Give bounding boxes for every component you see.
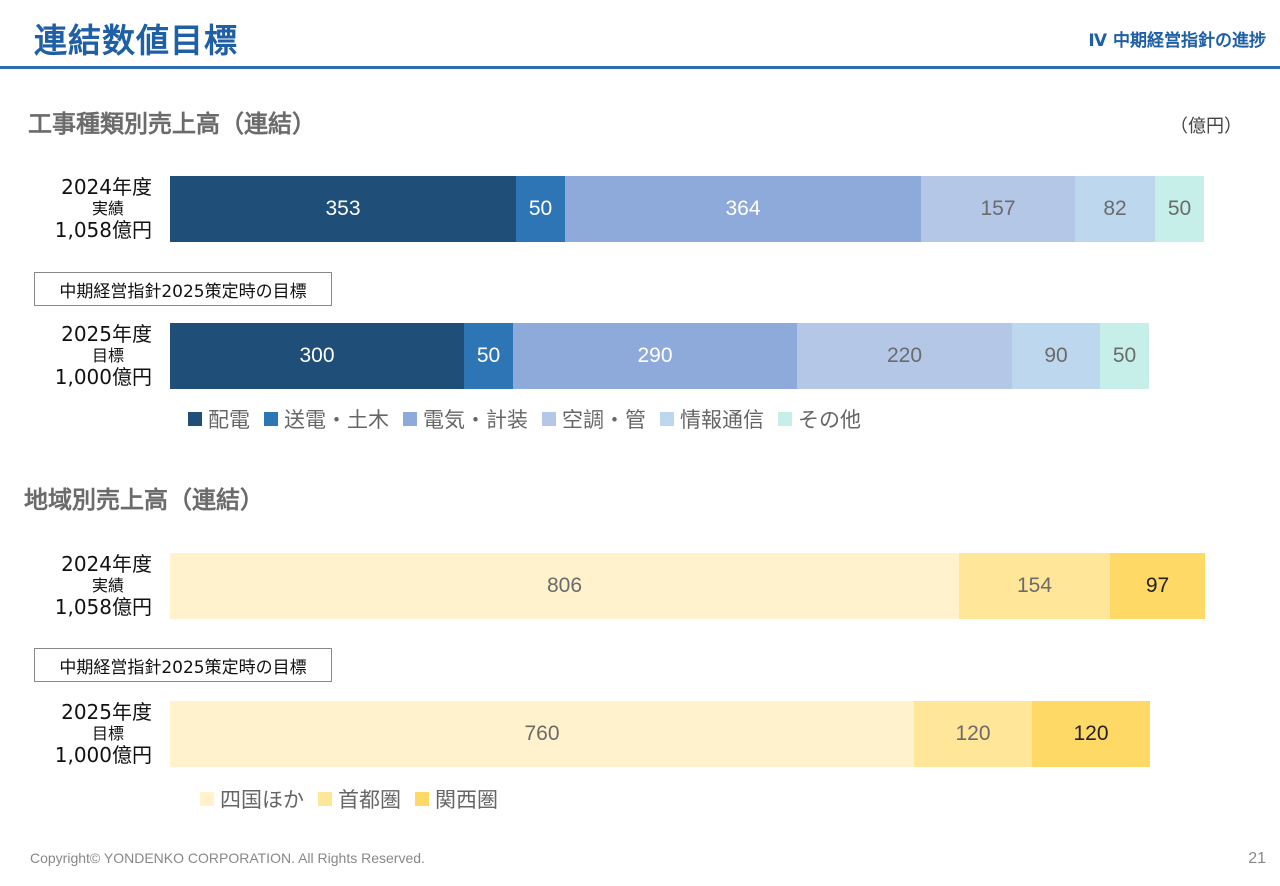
data-label: 50 (528, 197, 553, 220)
data-label: 97 (1145, 574, 1170, 597)
bar-segment-首都圏: 154 (959, 553, 1110, 619)
plan-target-box: 中期経営指針2025策定時の目標 (34, 272, 332, 306)
data-label: 760 (524, 722, 560, 745)
data-label: 50 (476, 344, 501, 367)
legend-label: 送電・土木 (284, 408, 389, 432)
legend-swatch (415, 792, 429, 806)
bar-segment-送電・土木: 50 (464, 323, 513, 389)
row-label-year: 2025年度 (61, 700, 152, 724)
legend-label: 電気・計装 (423, 408, 528, 432)
bar-segment-配電: 300 (170, 323, 464, 389)
data-label: 82 (1103, 197, 1127, 220)
row-label-total: 1,000億円 (54, 365, 152, 390)
row-label-2024-work: 2024年度 実績 1,058億円 (30, 175, 152, 242)
legend-label: 首都圏 (338, 788, 401, 812)
data-label: 300 (299, 344, 335, 367)
row-label-total: 1,058億円 (54, 218, 152, 243)
data-label: 50 (1112, 344, 1137, 367)
row-label-kind: 実績 (91, 199, 124, 218)
row-label-year: 2024年度 (61, 552, 152, 576)
bar-2025-region: 760 120 120 (170, 701, 1150, 767)
data-label: 220 (886, 344, 923, 367)
data-label: 120 (1073, 722, 1109, 745)
legend-item: 情報通信 (660, 404, 764, 434)
data-label: 353 (325, 197, 361, 220)
legend-swatch (542, 412, 556, 426)
legend-swatch (778, 412, 792, 426)
unit-label: （億円） (1170, 116, 1242, 137)
bar-segment-関西圏: 120 (1032, 701, 1150, 767)
legend-swatch (264, 412, 278, 426)
plan-target-box: 中期経営指針2025策定時の目標 (34, 648, 332, 682)
bar-segment-四国ほか: 806 (170, 553, 959, 619)
bar-segment-送電・土木: 50 (516, 176, 565, 242)
bar-segment-首都圏: 120 (914, 701, 1032, 767)
legend-label: 空調・管 (562, 408, 646, 432)
legend-work-type: 配電 送電・土木 電気・計装 空調・管 情報通信 その他 (188, 404, 875, 434)
header-divider (0, 66, 1280, 69)
legend-swatch (200, 792, 214, 806)
row-label-kind: 実績 (91, 576, 124, 595)
row-label-kind: 目標 (91, 346, 124, 365)
bar-segment-電気・計装: 290 (513, 323, 797, 389)
legend-swatch (403, 412, 417, 426)
data-label: 154 (1016, 574, 1053, 597)
chart-title-work-type: 工事種類別売上高（連結） (28, 110, 316, 138)
data-label: 157 (980, 197, 1016, 220)
legend-item: 電気・計装 (403, 404, 528, 434)
bar-segment-空調・管: 220 (797, 323, 1012, 389)
row-label-total: 1,058億円 (54, 595, 152, 620)
row-label-2025-region: 2025年度 目標 1,000億円 (30, 700, 152, 767)
legend-label: 四国ほか (220, 788, 304, 812)
legend-item: 空調・管 (542, 404, 646, 434)
legend-item: 首都圏 (318, 784, 401, 814)
legend-region: 四国ほか 首都圏 関西圏 (200, 784, 512, 814)
legend-swatch (188, 412, 202, 426)
legend-label: 関西圏 (435, 788, 498, 812)
bar-segment-電気・計装: 364 (565, 176, 921, 242)
bar-segment-関西圏: 97 (1110, 553, 1205, 619)
chart-title-region: 地域別売上高（連結） (24, 486, 264, 514)
row-label-2025-work: 2025年度 目標 1,000億円 (30, 322, 152, 389)
legend-item: 配電 (188, 404, 250, 434)
bar-segment-情報通信: 90 (1012, 323, 1100, 389)
bar-2024-work-type: 353 50 364 157 82 50 (170, 176, 1204, 242)
bar-2025-work-type: 300 50 290 220 90 50 (170, 323, 1149, 389)
data-label: 120 (955, 722, 991, 745)
legend-label: その他 (798, 408, 861, 432)
bar-2024-region: 806 154 97 (170, 553, 1205, 619)
bar-segment-配電: 353 (170, 176, 516, 242)
bar-segment-空調・管: 157 (921, 176, 1075, 242)
bar-segment-その他: 50 (1155, 176, 1204, 242)
data-label: 90 (1044, 344, 1068, 367)
row-label-year: 2024年度 (61, 175, 152, 199)
legend-label: 配電 (208, 408, 250, 432)
row-label-year: 2025年度 (61, 322, 152, 346)
row-label-kind: 目標 (91, 724, 124, 743)
section-tag: Ⅳ 中期経営指針の進捗 (1088, 31, 1266, 51)
row-label-2024-region: 2024年度 実績 1,058億円 (30, 552, 152, 619)
bar-segment-四国ほか: 760 (170, 701, 914, 767)
data-label: 806 (546, 574, 583, 597)
legend-swatch (660, 412, 674, 426)
legend-item: その他 (778, 404, 861, 434)
data-label: 364 (725, 197, 761, 220)
row-label-total: 1,000億円 (54, 743, 152, 768)
bar-segment-情報通信: 82 (1075, 176, 1155, 242)
legend-label: 情報通信 (680, 408, 764, 432)
page-title: 連結数値目標 (34, 21, 238, 60)
bar-segment-その他: 50 (1100, 323, 1149, 389)
legend-item: 四国ほか (200, 784, 304, 814)
copyright-footer: Copyright© YONDENKO CORPORATION. All Rig… (30, 850, 425, 866)
data-label: 290 (637, 344, 673, 367)
page-number: 21 (1248, 850, 1266, 867)
legend-item: 関西圏 (415, 784, 498, 814)
legend-item: 送電・土木 (264, 404, 389, 434)
legend-swatch (318, 792, 332, 806)
data-label: 50 (1167, 197, 1192, 220)
